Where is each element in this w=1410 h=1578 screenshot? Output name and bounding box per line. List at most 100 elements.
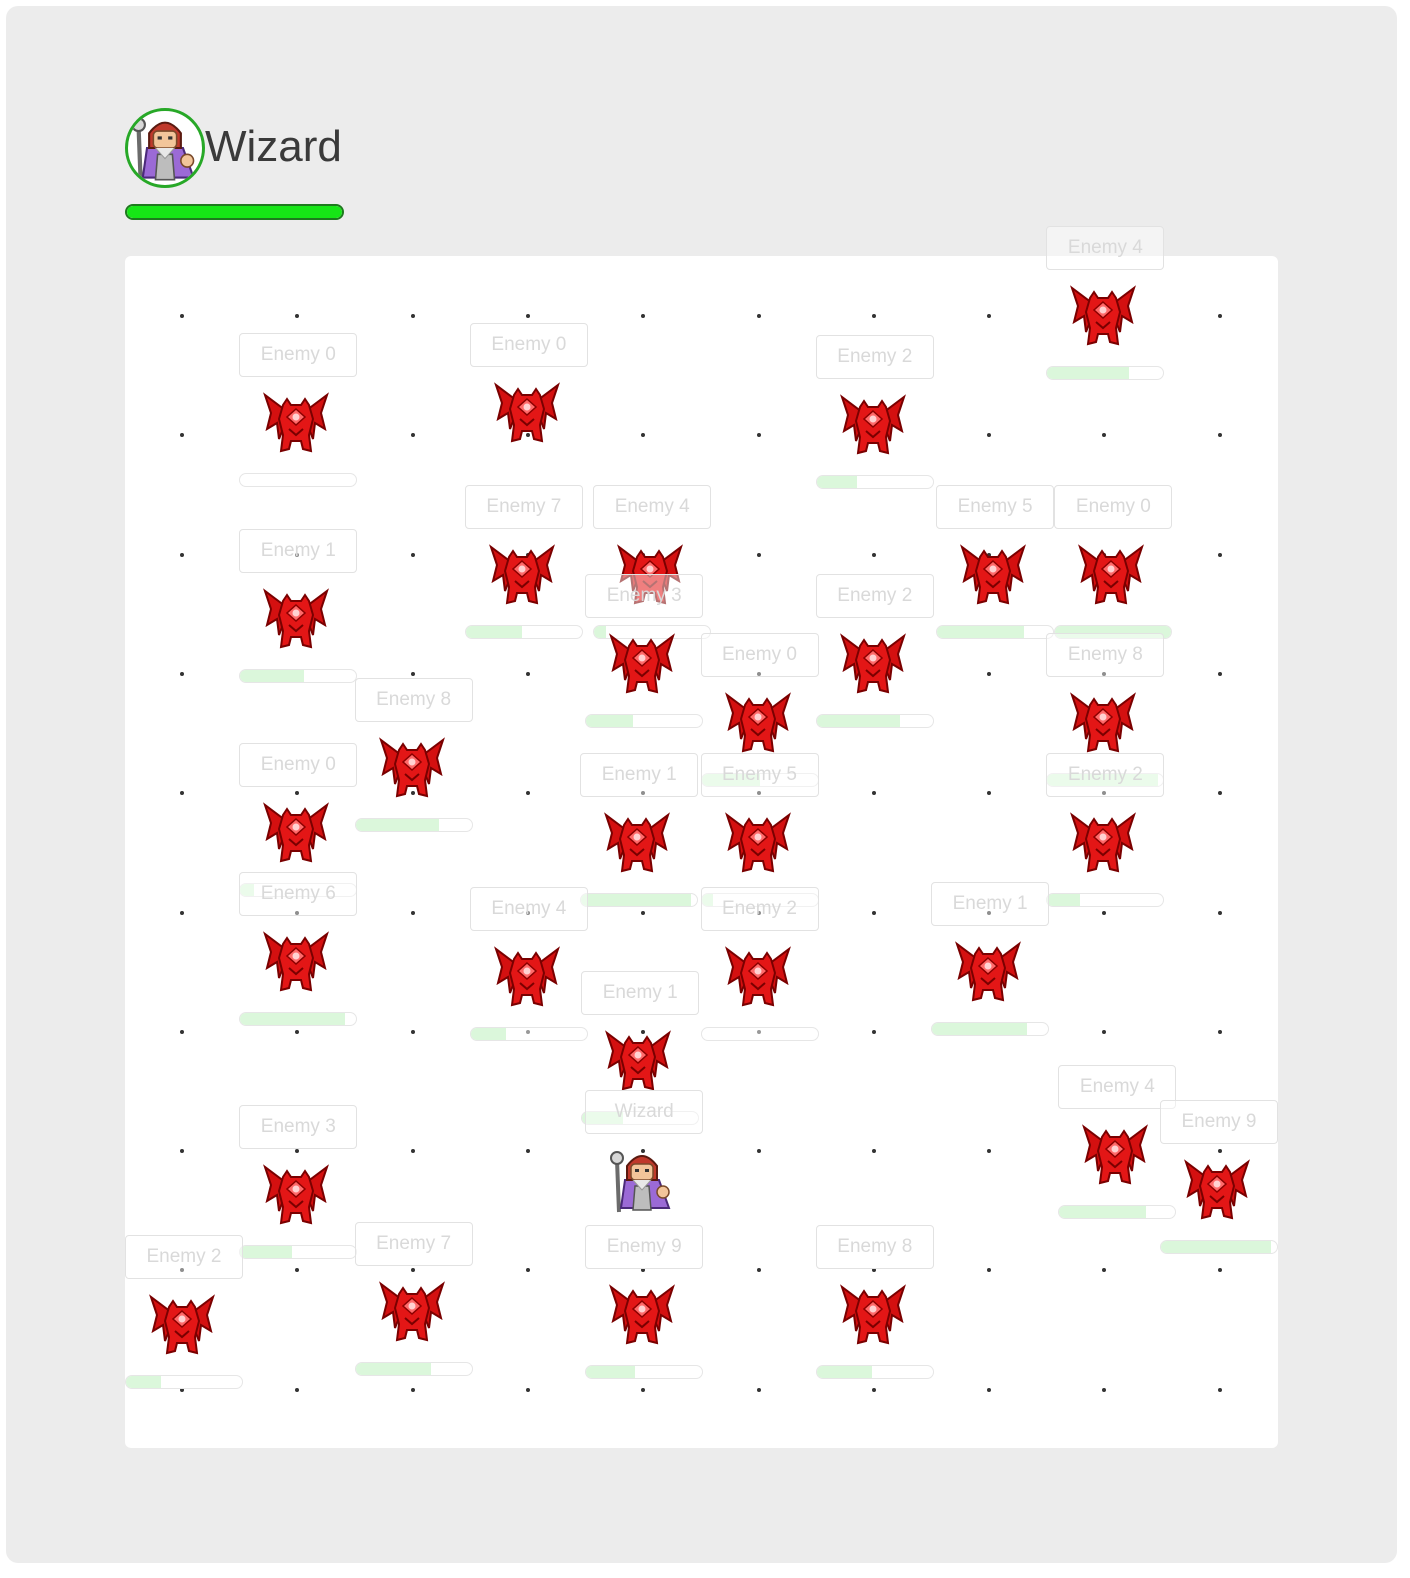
unit-health-bar xyxy=(469,1026,588,1041)
grid-dot xyxy=(1217,1029,1222,1034)
grid-dot xyxy=(410,552,415,557)
demon-icon xyxy=(723,689,793,757)
grid-dot xyxy=(641,433,646,438)
demon-icon xyxy=(492,943,562,1011)
unit-health-fill xyxy=(1047,367,1129,379)
enemy-unit[interactable]: Enemy 1 xyxy=(239,528,358,739)
enemy-unit[interactable]: Enemy 5 xyxy=(936,484,1055,695)
enemy-unit[interactable]: Enemy 2 xyxy=(815,335,934,545)
unit-nameplate: Enemy 1 xyxy=(239,528,358,573)
grid-dot xyxy=(180,910,184,915)
enemy-unit[interactable]: Enemy 9 xyxy=(585,1224,704,1435)
grid-dot xyxy=(1217,1387,1222,1392)
grid-dot xyxy=(410,314,415,318)
grid-dot xyxy=(1217,552,1222,557)
enemy-unit[interactable]: Enemy 8 xyxy=(815,1224,934,1435)
unit-nameplate: Enemy 4 xyxy=(593,484,712,529)
unit-health-fill xyxy=(937,625,1025,638)
grid-dot xyxy=(180,671,184,676)
unit-health-fill xyxy=(355,1362,431,1375)
unit-health-fill xyxy=(816,1365,873,1378)
enemy-unit[interactable]: Enemy 2 xyxy=(125,1234,243,1445)
unit-health-fill xyxy=(1161,1241,1272,1254)
unit-nameplate: Enemy 0 xyxy=(239,742,358,787)
enemy-unit[interactable]: Enemy 2 xyxy=(1046,752,1165,963)
demon-icon xyxy=(261,389,331,457)
enemy-unit[interactable]: Enemy 3 xyxy=(239,1105,358,1315)
game-board[interactable]: Enemy 4 Enemy 0 Enemy 2 Enemy 0 Enemy 7 Enemy… xyxy=(125,226,1278,1448)
wizard-icon xyxy=(128,111,202,185)
grid-dot xyxy=(410,1149,415,1154)
unit-nameplate: Enemy 0 xyxy=(700,633,819,678)
demon-icon xyxy=(261,1161,331,1229)
grid-dot xyxy=(756,1149,761,1154)
unit-nameplate: Enemy 8 xyxy=(1046,633,1165,678)
unit-health-fill xyxy=(355,819,440,832)
grid-dot xyxy=(871,1029,876,1034)
enemy-unit[interactable]: Enemy 7 xyxy=(354,1221,473,1432)
demon-icon xyxy=(377,1278,447,1346)
unit-health-bar xyxy=(464,624,583,639)
demon-icon xyxy=(838,630,908,698)
unit-nameplate: Enemy 5 xyxy=(936,484,1055,529)
unit-health-fill xyxy=(1059,1206,1147,1219)
demon-icon xyxy=(1068,689,1138,757)
unit-health-bar xyxy=(700,1026,819,1041)
grid-dot xyxy=(756,1387,761,1392)
demon-icon xyxy=(147,1291,217,1359)
grid-dot xyxy=(871,314,876,318)
unit-health-bar xyxy=(1160,1240,1278,1255)
unit-health-fill xyxy=(126,1375,161,1388)
grid-dot xyxy=(180,1029,184,1034)
player-health-bar xyxy=(125,204,344,220)
enemy-unit[interactable]: Enemy 2 xyxy=(815,573,934,784)
demon-icon xyxy=(487,541,557,609)
unit-health-bar xyxy=(239,668,358,683)
unit-health-fill xyxy=(240,1246,293,1259)
enemy-unit[interactable]: Enemy 2 xyxy=(700,886,819,1097)
grid-dot xyxy=(987,1268,992,1273)
enemy-unit[interactable]: Enemy 4 xyxy=(1058,1065,1177,1275)
grid-dot xyxy=(1217,791,1222,796)
demon-icon xyxy=(1068,809,1138,877)
grid-dot xyxy=(987,314,992,318)
unit-nameplate: Enemy 2 xyxy=(815,573,934,618)
player-avatar xyxy=(125,108,205,188)
grid-dot xyxy=(525,1149,530,1154)
enemy-unit[interactable]: Enemy 4 xyxy=(1046,226,1165,436)
grid-dot xyxy=(1102,1029,1107,1034)
unit-health-bar xyxy=(815,1364,934,1379)
unit-nameplate: Enemy 2 xyxy=(815,335,934,380)
grid-dot xyxy=(180,791,184,796)
unit-health-bar xyxy=(354,1361,473,1376)
unit-nameplate: Enemy 0 xyxy=(1054,484,1173,529)
enemy-unit[interactable]: Enemy 4 xyxy=(469,886,588,1097)
unit-health-fill xyxy=(816,476,858,489)
grid-dot xyxy=(1217,314,1222,318)
demon-icon xyxy=(607,630,677,698)
enemy-unit[interactable]: Enemy 1 xyxy=(580,752,699,963)
demon-icon xyxy=(603,1027,673,1095)
unit-health-bar xyxy=(815,713,934,728)
enemy-unit[interactable]: Enemy 1 xyxy=(931,881,1050,1092)
unit-health-fill xyxy=(240,669,305,682)
grid-dot xyxy=(410,433,415,438)
grid-dot xyxy=(410,1029,415,1034)
grid-dot xyxy=(756,552,761,557)
grid-dot xyxy=(1102,1387,1107,1392)
enemy-unit[interactable]: Enemy 6 xyxy=(239,871,358,1082)
grid-dot xyxy=(1217,433,1222,438)
enemy-unit[interactable]: Enemy 9 xyxy=(1160,1100,1278,1310)
enemy-unit[interactable]: Enemy 0 xyxy=(239,333,358,543)
grid-dot xyxy=(180,1149,184,1154)
demon-icon xyxy=(261,799,331,867)
enemy-unit[interactable]: Enemy 7 xyxy=(464,484,583,695)
grid-dot xyxy=(987,1387,992,1392)
grid-dot xyxy=(871,910,876,915)
unit-health-bar xyxy=(1046,892,1165,907)
unit-health-bar xyxy=(239,473,358,488)
unit-health-bar xyxy=(936,624,1055,639)
enemy-unit[interactable]: Enemy 8 xyxy=(354,678,473,888)
unit-nameplate: Enemy 5 xyxy=(700,752,819,797)
unit-nameplate: Enemy 8 xyxy=(815,1224,934,1269)
